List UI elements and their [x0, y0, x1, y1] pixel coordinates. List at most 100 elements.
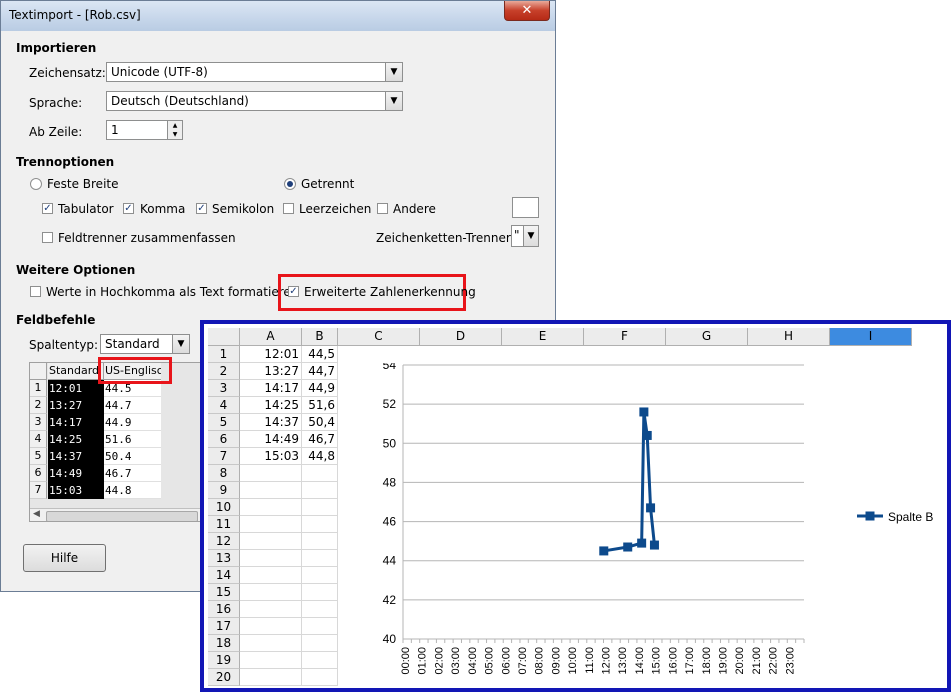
preview-cell-value[interactable]: 50.4	[104, 448, 161, 465]
language-select[interactable]: Deutsch (Deutschland) ▼	[106, 91, 403, 111]
row-header[interactable]: 7	[208, 448, 240, 465]
cell-b[interactable]	[302, 482, 338, 499]
cell-b[interactable]	[302, 669, 338, 686]
cell-a[interactable]	[240, 652, 302, 669]
preview-cell-value[interactable]: 44.8	[104, 482, 161, 499]
separated-label[interactable]: Getrennt	[301, 177, 354, 191]
help-button[interactable]: Hilfe	[23, 544, 106, 572]
row-header[interactable]: 2	[208, 363, 240, 380]
column-header-f[interactable]: F	[584, 328, 666, 346]
cell-a[interactable]	[240, 465, 302, 482]
space-label[interactable]: Leerzeichen	[299, 202, 371, 216]
row-header[interactable]: 1	[208, 346, 240, 363]
row-header[interactable]: 12	[208, 533, 240, 550]
row-header[interactable]: 15	[208, 584, 240, 601]
cell-b[interactable]: 44,5	[302, 346, 338, 363]
merge-delimiters-label[interactable]: Feldtrenner zusammenfassen	[58, 231, 236, 245]
cell-b[interactable]	[302, 567, 338, 584]
import-preview-grid[interactable]: Standard US-Englisc 1 12:01 44.5 2 13:27 44.7…	[29, 362, 209, 522]
cell-b[interactable]: 46,7	[302, 431, 338, 448]
chevron-down-icon[interactable]: ▼	[385, 63, 402, 81]
other-label[interactable]: Andere	[393, 202, 436, 216]
fixed-width-radio[interactable]	[30, 178, 42, 190]
string-delimiter-select[interactable]: " ▼	[511, 225, 539, 247]
chevron-down-icon[interactable]: ▼	[172, 335, 189, 353]
row-header[interactable]: 4	[208, 397, 240, 414]
cell-a[interactable]	[240, 601, 302, 618]
other-separator-input[interactable]	[512, 197, 539, 218]
chevron-down-icon[interactable]: ▼	[385, 92, 402, 110]
spin-down-icon[interactable]: ▼	[167, 130, 182, 139]
merge-delimiters-checkbox[interactable]	[42, 232, 53, 243]
preview-cell-time[interactable]: 12:01	[48, 380, 104, 397]
column-type-select[interactable]: Standard ▼	[100, 334, 190, 354]
preview-cell-time[interactable]: 14:17	[48, 414, 104, 431]
preview-cell-value[interactable]: 51.6	[104, 431, 161, 448]
column-header-d[interactable]: D	[420, 328, 502, 346]
cell-a[interactable]: 15:03	[240, 448, 302, 465]
scroll-left-icon[interactable]: ◀	[33, 509, 40, 519]
cell-b[interactable]: 44,8	[302, 448, 338, 465]
row-header[interactable]: 8	[208, 465, 240, 482]
cell-a[interactable]	[240, 669, 302, 686]
semicolon-checkbox[interactable]: ✓	[196, 203, 207, 214]
column-header-a[interactable]: A	[240, 328, 302, 346]
detect-special-numbers-checkbox[interactable]: ✓	[288, 286, 299, 297]
cell-b[interactable]: 44,9	[302, 380, 338, 397]
row-header[interactable]: 19	[208, 652, 240, 669]
cell-b[interactable]: 50,4	[302, 414, 338, 431]
row-header[interactable]: 17	[208, 618, 240, 635]
cell-a[interactable]	[240, 635, 302, 652]
cell-a[interactable]	[240, 533, 302, 550]
row-header[interactable]: 3	[208, 380, 240, 397]
cell-a[interactable]: 14:17	[240, 380, 302, 397]
cell-a[interactable]	[240, 618, 302, 635]
cell-a[interactable]	[240, 584, 302, 601]
row-header[interactable]: 16	[208, 601, 240, 618]
scrollbar-thumb[interactable]	[46, 511, 198, 521]
cell-a[interactable]: 13:27	[240, 363, 302, 380]
preview-header-a[interactable]: Standard	[48, 363, 104, 380]
row-header[interactable]: 13	[208, 550, 240, 567]
cell-a[interactable]: 14:25	[240, 397, 302, 414]
column-header-e[interactable]: E	[502, 328, 584, 346]
row-header[interactable]: 9	[208, 482, 240, 499]
cell-b[interactable]	[302, 584, 338, 601]
cell-a[interactable]	[240, 550, 302, 567]
preview-cell-time[interactable]: 14:49	[48, 465, 104, 482]
column-header-b[interactable]: B	[302, 328, 338, 346]
cell-b[interactable]: 44,7	[302, 363, 338, 380]
cell-a[interactable]	[240, 482, 302, 499]
detect-special-numbers-label[interactable]: Erweiterte Zahlenerkennung	[304, 285, 476, 299]
semicolon-label[interactable]: Semikolon	[212, 202, 274, 216]
charset-select[interactable]: Unicode (UTF-8) ▼	[106, 62, 403, 82]
cell-a[interactable]	[240, 499, 302, 516]
cell-a[interactable]: 14:49	[240, 431, 302, 448]
separated-radio[interactable]	[284, 178, 296, 190]
quoted-as-text-checkbox[interactable]	[30, 286, 41, 297]
row-header[interactable]: 18	[208, 635, 240, 652]
select-all-corner[interactable]	[208, 328, 240, 346]
preview-cell-time[interactable]: 14:37	[48, 448, 104, 465]
from-row-spinner[interactable]: 1 ▲ ▼	[106, 120, 183, 140]
cell-a[interactable]	[240, 516, 302, 533]
tab-label[interactable]: Tabulator	[58, 202, 114, 216]
line-chart[interactable]: 40 42 44 46 48 50 52 54 00:00 01:00 02:00 03:00 04:0…	[369, 358, 947, 688]
cell-b[interactable]	[302, 601, 338, 618]
preview-cell-value[interactable]: 44.7	[104, 397, 161, 414]
title-bar[interactable]: Textimport - [Rob.csv] ✕	[1, 1, 555, 31]
row-header[interactable]: 10	[208, 499, 240, 516]
cell-b[interactable]	[302, 465, 338, 482]
cell-b[interactable]	[302, 516, 338, 533]
cell-a[interactable]: 14:37	[240, 414, 302, 431]
tab-checkbox[interactable]: ✓	[42, 203, 53, 214]
quoted-as-text-label[interactable]: Werte in Hochkomma als Text formatieren	[46, 285, 298, 299]
other-checkbox[interactable]	[377, 203, 388, 214]
preview-cell-time[interactable]: 13:27	[48, 397, 104, 414]
cell-b[interactable]: 51,6	[302, 397, 338, 414]
fixed-width-label[interactable]: Feste Breite	[47, 177, 119, 191]
row-header[interactable]: 14	[208, 567, 240, 584]
preview-cell-value[interactable]: 46.7	[104, 465, 161, 482]
row-header[interactable]: 5	[208, 414, 240, 431]
comma-checkbox[interactable]: ✓	[123, 203, 134, 214]
